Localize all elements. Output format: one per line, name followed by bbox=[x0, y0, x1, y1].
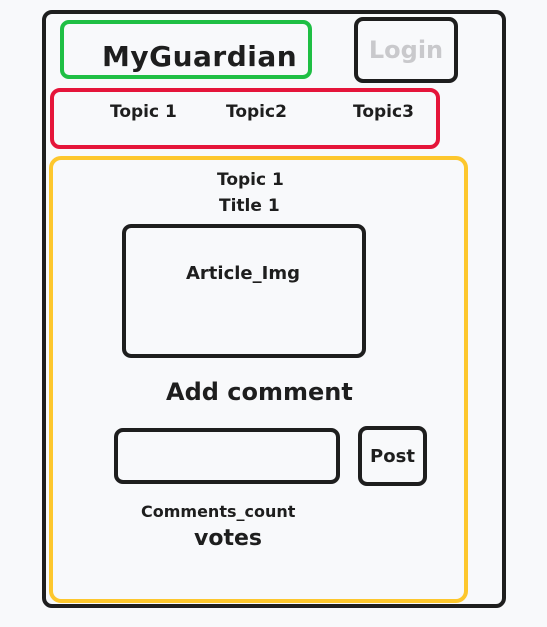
login-button[interactable]: Login bbox=[354, 17, 458, 83]
article-image-label: Article_Img bbox=[186, 263, 300, 284]
add-comment-heading: Add comment bbox=[166, 378, 353, 406]
post-button[interactable]: Post bbox=[358, 426, 427, 486]
login-label: Login bbox=[368, 36, 444, 64]
article-title: Title 1 bbox=[219, 196, 280, 216]
votes-label: votes bbox=[194, 526, 262, 551]
article-image bbox=[122, 224, 366, 358]
article-topic: Topic 1 bbox=[217, 170, 284, 190]
comments-count: Comments_count bbox=[141, 502, 296, 521]
nav-item-topic-2[interactable]: Topic2 bbox=[226, 102, 287, 122]
comment-input[interactable] bbox=[114, 428, 340, 484]
app-title: MyGuardian bbox=[102, 40, 298, 73]
nav-item-topic-1[interactable]: Topic 1 bbox=[110, 102, 177, 122]
nav-item-topic-3[interactable]: Topic3 bbox=[353, 102, 414, 122]
